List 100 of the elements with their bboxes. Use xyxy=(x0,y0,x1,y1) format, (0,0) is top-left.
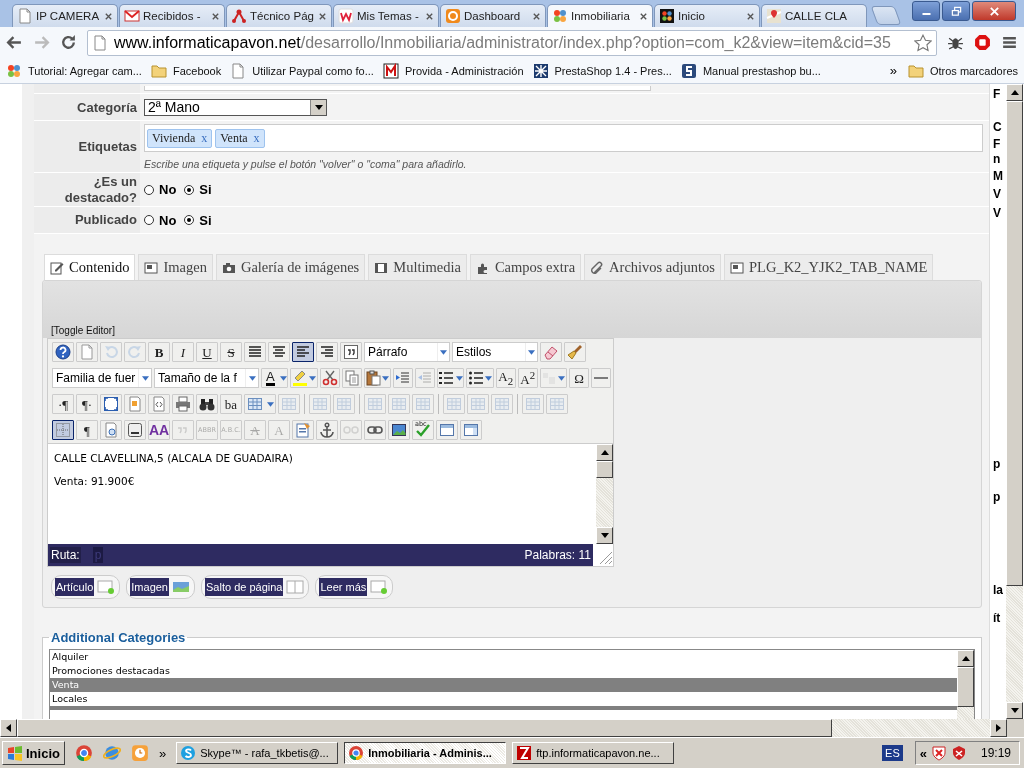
close-icon[interactable] xyxy=(425,11,434,21)
close-icon[interactable] xyxy=(639,11,648,21)
bookmark[interactable]: Utilizar Paypal como fo... xyxy=(230,62,374,79)
find-button[interactable] xyxy=(196,394,218,414)
browser-tab[interactable]: Recibidos - xyxy=(119,4,225,27)
justify-button[interactable] xyxy=(244,342,266,362)
scrollbar-thumb[interactable] xyxy=(17,719,832,737)
help-button[interactable] xyxy=(52,342,74,362)
radio-option[interactable]: No xyxy=(144,212,177,228)
horizontal-rule-button[interactable] xyxy=(590,368,611,388)
radio-button[interactable] xyxy=(144,184,154,195)
paragraph-mark-button[interactable]: ¶ xyxy=(76,420,98,440)
code-button[interactable] xyxy=(148,394,170,414)
table-button[interactable] xyxy=(244,394,276,414)
editor-tab[interactable]: Imagen xyxy=(138,254,213,280)
copy-button[interactable] xyxy=(341,368,362,388)
list-option[interactable]: Venta xyxy=(50,678,957,692)
close-icon[interactable] xyxy=(746,11,755,21)
paste-button[interactable] xyxy=(363,368,391,388)
bookmark[interactable]: Provida - Administración xyxy=(382,62,524,79)
fullscreen-button[interactable] xyxy=(100,394,122,414)
link-button[interactable] xyxy=(364,420,386,440)
font-size-dropdown[interactable]: Tamaño de la f xyxy=(154,368,259,388)
browser-tab[interactable]: IP CAMERA xyxy=(12,4,118,27)
visual-aid-button[interactable] xyxy=(52,420,74,440)
box-button[interactable] xyxy=(124,420,146,440)
bold-button[interactable]: B xyxy=(148,342,170,362)
print-button[interactable] xyxy=(172,394,194,414)
back-icon[interactable] xyxy=(6,34,23,51)
align-center-button[interactable] xyxy=(268,342,290,362)
subscript-button[interactable]: A$_{2}$ xyxy=(495,368,516,388)
list-option[interactable]: Locales xyxy=(50,692,957,706)
numbered-list-button[interactable] xyxy=(437,368,465,388)
highlight-button[interactable] xyxy=(290,368,318,388)
insert-button[interactable]: Salto de página xyxy=(201,575,310,599)
strikethrough-button[interactable]: S xyxy=(220,342,242,362)
shield-icon[interactable] xyxy=(930,745,947,761)
radio-option[interactable]: No xyxy=(144,182,177,197)
scrollbar-thumb[interactable] xyxy=(957,667,974,707)
right-to-left-button[interactable]: ¶· xyxy=(76,394,98,414)
more-button[interactable]: » xyxy=(158,745,167,761)
editor-tab[interactable]: Galería de imágenes xyxy=(215,254,366,280)
start-button[interactable]: Inicio xyxy=(2,741,65,765)
list-option[interactable]: Alquiler xyxy=(50,650,957,664)
editor-tab[interactable]: Campos extra xyxy=(469,254,582,280)
insert-button[interactable]: Artículo xyxy=(51,575,121,599)
replace-button[interactable]: ba xyxy=(220,394,242,414)
superscript-button[interactable]: A$^{2}$ xyxy=(517,368,538,388)
shield-icon[interactable] xyxy=(950,745,967,761)
radio-button[interactable] xyxy=(144,215,154,225)
text-color-button[interactable]: A xyxy=(261,368,289,388)
category-select[interactable]: 2ª Mano xyxy=(144,98,327,116)
layer-button[interactable] xyxy=(460,420,482,440)
reload-icon[interactable] xyxy=(60,34,77,51)
more-bookmarks-button[interactable]: » xyxy=(889,63,897,78)
radio-option[interactable]: Si xyxy=(184,182,212,197)
align-right-button[interactable] xyxy=(316,342,338,362)
editor-tab[interactable]: Contenido xyxy=(44,254,136,280)
list-option[interactable]: Promociones destacadas xyxy=(50,664,957,678)
text-input[interactable] xyxy=(144,86,651,91)
browser-tab[interactable]: Inicio xyxy=(654,4,760,27)
editor-tab[interactable]: PLG_K2_YJK2_TAB_NAME xyxy=(724,254,934,280)
resize-grip-icon[interactable] xyxy=(593,544,613,566)
stop-sign-icon[interactable] xyxy=(974,34,991,51)
bookmark[interactable]: Tutorial: Agregar cam... xyxy=(6,62,142,79)
insert-button[interactable]: Leer más xyxy=(315,575,394,599)
show-hidden-icons-button[interactable]: « xyxy=(919,745,927,761)
align-left-button[interactable] xyxy=(292,342,314,362)
star-icon[interactable] xyxy=(914,33,932,52)
other-bookmarks-folder[interactable]: Otros marcadores xyxy=(907,62,1018,79)
chrome-icon[interactable] xyxy=(74,744,93,762)
insert-button[interactable]: Imagen xyxy=(126,575,195,599)
eraser-button[interactable] xyxy=(540,342,562,362)
layer-button[interactable] xyxy=(436,420,458,440)
indent-button[interactable] xyxy=(393,368,413,388)
remove-tag-button[interactable]: x xyxy=(253,130,260,145)
font-family-dropdown[interactable]: Familia de fuer xyxy=(52,368,152,388)
browser-tab[interactable]: Inmobiliaria xyxy=(547,4,653,27)
page-scrollbar[interactable] xyxy=(1006,84,1023,719)
menu-icon[interactable] xyxy=(1001,34,1018,51)
language-indicator[interactable]: ES xyxy=(882,745,903,761)
category-listbox[interactable]: Alquiler Promociones destacadas Venta Locales xyxy=(49,649,975,719)
scrollbar[interactable] xyxy=(596,444,613,544)
radio-button[interactable] xyxy=(184,215,195,225)
taskbar-button[interactable]: Skype™ - rafa_tkbetis@... xyxy=(176,742,339,764)
underline-button[interactable]: U xyxy=(196,342,218,362)
bullet-list-button[interactable] xyxy=(466,368,494,388)
address-bar[interactable]: www.informaticapavon.net/desarrollo/Inmobiliaria/administrator/index.php?option=com_k2&view=item&cid=35 xyxy=(87,29,937,56)
italic-button[interactable]: I xyxy=(172,342,194,362)
restore-button[interactable] xyxy=(942,1,970,21)
close-icon[interactable] xyxy=(104,11,113,21)
close-icon[interactable] xyxy=(318,11,327,21)
radio-option[interactable]: Si xyxy=(184,212,212,228)
scrollbar-thumb[interactable] xyxy=(1006,101,1023,586)
bookmark[interactable]: Facebook xyxy=(150,62,222,79)
scrollbar[interactable] xyxy=(957,650,974,719)
format-dropdown[interactable]: Párrafo xyxy=(364,342,450,362)
editor-tab[interactable]: Archivos adjuntos xyxy=(584,254,721,280)
editor-tab[interactable]: Multimedia xyxy=(368,254,467,280)
taskbar-button[interactable]: Inmobiliaria - Adminis... xyxy=(344,742,507,764)
